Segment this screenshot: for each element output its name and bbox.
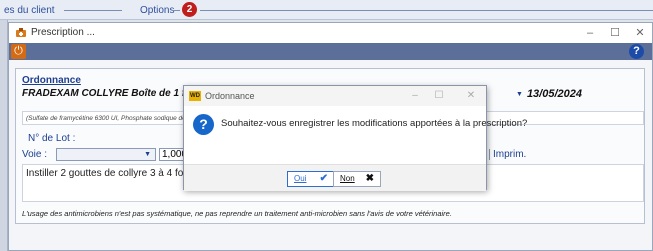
maximize-button[interactable]: ☐ <box>604 26 626 40</box>
cross-icon: ✖ <box>365 173 374 184</box>
yes-button[interactable]: Oui ✔ <box>287 171 335 187</box>
minimize-button[interactable]: – <box>579 26 601 40</box>
question-icon: ? <box>193 114 214 135</box>
imprim-checkbox[interactable]: Imprim. <box>483 149 526 160</box>
section-title: Ordonnance <box>22 75 81 86</box>
imprim-label: Imprim. <box>493 149 527 160</box>
dialog-titlebar: WD Ordonnance – ☐ ✕ <box>184 86 486 106</box>
close-button[interactable]: ✕ <box>629 26 651 40</box>
power-icon[interactable]: ⏻ <box>11 44 26 59</box>
window-titlebar: Prescription ... – ☐ ✕ <box>9 23 652 43</box>
no-button[interactable]: Non ✖ <box>333 171 381 187</box>
notification-badge: 2 <box>182 2 197 17</box>
background-app-header: es du client Options 2 <box>0 0 653 20</box>
dialog-maximize-button[interactable]: ☐ <box>430 90 448 101</box>
date-value: 13/05/2024 <box>526 88 582 100</box>
antimicrobial-warning: L'usage des antimicrobiens n'est pas sys… <box>22 209 452 218</box>
chevron-down-icon: ▼ <box>144 151 151 158</box>
tab-divider <box>64 10 122 11</box>
tab-options[interactable]: Options <box>140 5 174 16</box>
background-app-edge <box>0 20 8 251</box>
check-icon: ✔ <box>319 173 328 184</box>
yes-label: Oui <box>294 174 307 183</box>
help-icon[interactable]: ? <box>629 44 644 59</box>
dropdown-arrow-icon: ▼ <box>516 90 523 98</box>
stethoscope-icon <box>16 28 26 37</box>
prescription-date[interactable]: ▼ 13/05/2024 <box>516 88 582 100</box>
confirm-dialog: WD Ordonnance – ☐ ✕ ? Souhaitez-vous enr… <box>183 85 527 191</box>
window-toolbar: ⏻ ? <box>9 43 652 60</box>
no-label: Non <box>340 174 355 183</box>
voie-select[interactable]: ▼ <box>56 148 156 161</box>
dialog-footer: Oui ✔ Non ✖ <box>184 164 486 191</box>
voie-label: Voie : <box>22 149 48 160</box>
lot-label: N° de Lot : <box>28 133 76 144</box>
dialog-close-button[interactable]: ✕ <box>462 90 480 101</box>
windev-logo-icon: WD <box>189 91 201 101</box>
dialog-message: Souhaitez-vous enregistrer les modificat… <box>221 118 528 129</box>
dialog-minimize-button[interactable]: – <box>406 90 424 101</box>
tab-divider <box>172 10 180 11</box>
tab-client-fragment[interactable]: es du client <box>4 5 55 16</box>
window-title: Prescription ... <box>31 27 95 38</box>
dialog-title: Ordonnance <box>205 91 255 101</box>
tab-divider <box>200 10 653 11</box>
